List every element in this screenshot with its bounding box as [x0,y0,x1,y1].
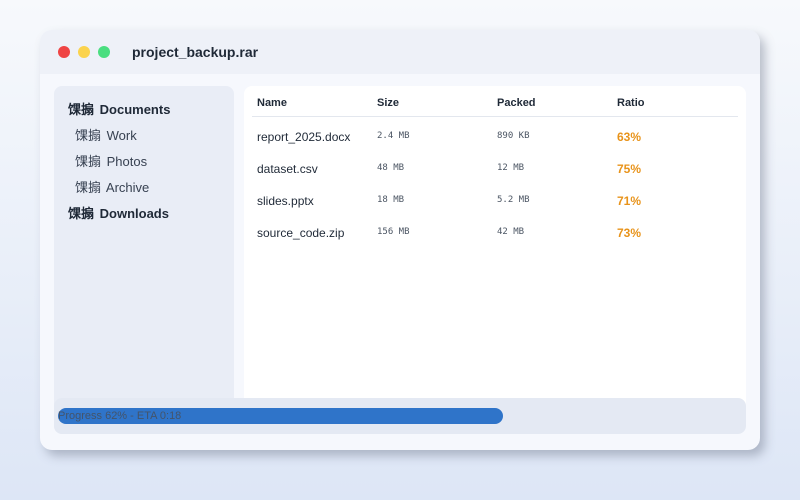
file-packed-size: 890 KB [497,131,530,141]
archive-window: project_backup.rar 馃搧 Documents 馃搧 Work … [40,30,760,450]
table-row[interactable]: slides.pptx 18 MB 5.2 MB 71% [244,193,746,225]
file-name: report_2025.docx [257,130,351,144]
sidebar-item-label: Photos [106,154,148,169]
sidebar-item-label: Work [106,128,137,143]
file-size: 156 MB [377,227,410,237]
sidebar-item-label: Archive [105,180,150,195]
sidebar-item-label: Downloads [99,206,169,221]
progress-label: Progress 62% - ETA 0:18 [58,410,182,422]
folder-tree-sidebar: 馃搧 Documents 馃搧 Work 馃搧 Photos 馃搧 Archiv… [54,86,234,434]
file-packed-size: 42 MB [497,227,525,237]
title-bar: project_backup.rar [40,30,760,74]
column-header-name[interactable]: Name [257,96,287,110]
sidebar-item-archive[interactable]: 馃搧 Archive [75,180,149,196]
file-ratio: 73% [617,226,642,240]
close-window-button[interactable] [58,46,70,58]
file-name: source_code.zip [257,226,345,240]
window-title: project_backup.rar [132,44,259,60]
table-row[interactable]: source_code.zip 156 MB 42 MB 73% [244,225,746,257]
table-row[interactable]: report_2025.docx 2.4 MB 890 KB 63% [244,129,746,161]
sidebar-item-photos[interactable]: 馃搧 Photos [75,154,147,170]
folder-icon: 馃搧 [68,102,95,117]
maximize-window-button[interactable] [98,46,110,58]
file-ratio: 71% [617,194,642,208]
file-name: dataset.csv [257,162,318,176]
folder-icon: 馃搧 [75,128,102,143]
file-list: Name Size Packed Ratio report_2025.docx … [244,86,746,434]
folder-icon: 馃搧 [68,206,95,221]
file-size: 2.4 MB [377,131,410,141]
column-header-size[interactable]: Size [377,96,399,110]
sidebar-item-downloads[interactable]: 馃搧 Downloads [68,206,169,222]
table-row[interactable]: dataset.csv 48 MB 12 MB 75% [244,161,746,193]
table-header: Name Size Packed Ratio [252,86,738,117]
minimize-window-button[interactable] [78,46,90,58]
sidebar-item-documents[interactable]: 馃搧 Documents [68,102,170,118]
folder-icon: 馃搧 [75,180,102,195]
column-header-ratio[interactable]: Ratio [617,96,645,110]
file-ratio: 63% [617,130,642,144]
sidebar-item-label: Documents [99,102,171,117]
sidebar-item-work[interactable]: 馃搧 Work [75,128,137,144]
file-size: 48 MB [377,163,405,173]
file-name: slides.pptx [257,194,314,208]
file-packed-size: 12 MB [497,163,525,173]
column-header-packed[interactable]: Packed [497,96,536,110]
status-bar: Progress 62% - ETA 0:18 [54,398,746,434]
file-ratio: 75% [617,162,642,176]
file-packed-size: 5.2 MB [497,195,530,205]
file-size: 18 MB [377,195,405,205]
folder-icon: 馃搧 [75,154,102,169]
